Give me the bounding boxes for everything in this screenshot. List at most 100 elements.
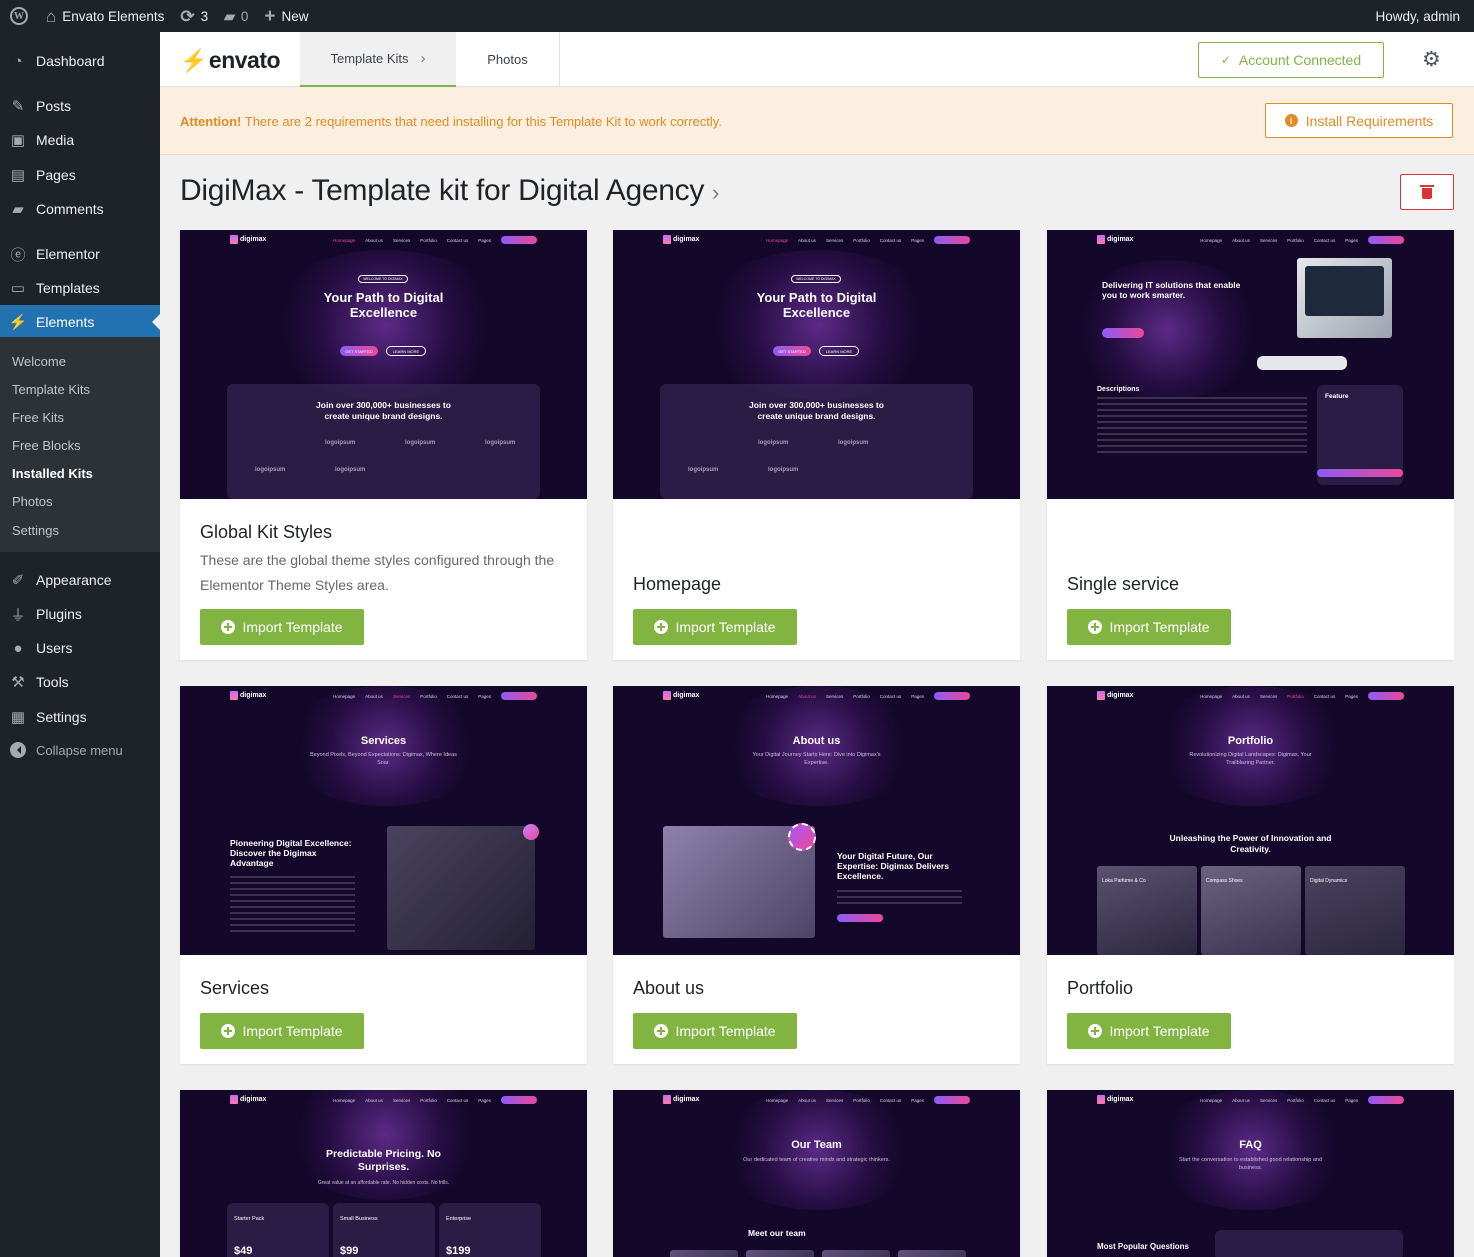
plus-circle-icon (654, 1024, 669, 1038)
preview-portfolio-name: Compass Shoes (1206, 878, 1243, 884)
nav-link: Services (392, 1097, 411, 1103)
comment-icon: ▰ (12, 201, 24, 218)
template-preview[interactable]: digimax Homepage About us Services Portfoli… (1047, 686, 1454, 955)
preview-heading: Delivering IT solutions that enable you … (1102, 280, 1241, 300)
preview-block-heading: Most Popular Questions (1097, 1242, 1190, 1251)
preview-block-heading: Meet our team (748, 1228, 806, 1238)
template-card: digimax Homepage About us Services Portfoli… (180, 230, 587, 660)
menu-elementor[interactable]: ⓔ Elementor (0, 237, 160, 271)
preview-brand: digimax (230, 235, 266, 244)
menu-plugins[interactable]: ⏚ Plugins (0, 597, 160, 631)
delete-kit-button[interactable] (1400, 174, 1454, 210)
account-connected-button[interactable]: ✓ Account Connected (1198, 42, 1384, 78)
preview-badge: WELCOME TO DIGIMAX (791, 275, 841, 283)
menu-users[interactable]: ● Users (0, 631, 160, 665)
nav-link: Portfolio (420, 1097, 437, 1103)
menu-label: Media (36, 132, 75, 148)
chevron-right-icon: › (420, 50, 426, 67)
collapse-menu-button[interactable]: Collapse menu (0, 735, 160, 765)
notice-message: There are 2 requirements that need insta… (244, 114, 722, 129)
nav-link: Contact us (446, 1097, 469, 1103)
install-requirements-button[interactable]: i Install Requirements (1265, 103, 1453, 138)
nav-link: Services (825, 1097, 844, 1103)
submenu-template-kits[interactable]: Template Kits (12, 382, 90, 397)
nav-link: Portfolio (1287, 1097, 1304, 1103)
nav-link: Contact us (446, 693, 469, 699)
import-template-button[interactable]: Import Template (200, 1013, 364, 1049)
new-content-link[interactable]: + New (256, 0, 316, 32)
menu-pages[interactable]: ▤ Pages (0, 158, 160, 192)
gear-icon[interactable]: ⚙ (1422, 49, 1441, 70)
nav-link: About us (798, 693, 816, 699)
template-preview[interactable]: digimax Homepage About us Services Portfoli… (613, 230, 1020, 499)
template-preview[interactable]: digimax Homepage About us Services Portfoli… (1047, 230, 1454, 499)
brand-text: digimax (673, 236, 700, 243)
menu-media[interactable]: ▣ Media (0, 123, 160, 157)
import-template-button[interactable]: Import Template (1067, 609, 1231, 645)
requirements-notice: Attention! There are 2 requirements that… (160, 88, 1474, 155)
menu-comments[interactable]: ▰ Comments (0, 192, 160, 226)
template-preview[interactable]: digimax Homepage About us Services Portfoli… (180, 1090, 587, 1257)
menu-dashboard[interactable]: ◔ Dashboard (0, 44, 160, 78)
preview-plan-price: $199 (446, 1245, 471, 1257)
account-menu[interactable]: Howdy, admin (1367, 0, 1474, 32)
install-label: Install Requirements (1305, 112, 1434, 129)
wordpress-logo-button[interactable]: W (0, 0, 38, 32)
template-preview[interactable]: digimax Homepage About us Services Portfoli… (613, 686, 1020, 955)
site-name-link[interactable]: ⌂ Envato Elements (38, 0, 172, 32)
submenu-settings[interactable]: Settings (12, 523, 59, 538)
menu-tools[interactable]: ⚒ Tools (0, 665, 160, 699)
nav-link: Homepage (333, 693, 356, 699)
collapse-arrow-icon (10, 742, 26, 758)
submenu-free-blocks[interactable]: Free Blocks (12, 438, 81, 453)
preview-heading: About us (792, 735, 841, 747)
template-preview[interactable]: digimax Homepage About us Services Portfoli… (180, 686, 587, 955)
import-template-button[interactable]: Import Template (1067, 1013, 1231, 1049)
template-preview[interactable]: digimax Homepage About us Services Portfoli… (1047, 1090, 1454, 1257)
tab-template-kits[interactable]: Template Kits › (300, 32, 456, 87)
cta-pill (501, 1096, 537, 1104)
submenu-welcome[interactable]: Welcome (12, 354, 66, 369)
comments-link[interactable]: ▰ 0 (216, 0, 256, 32)
submenu-photos[interactable]: Photos (12, 494, 52, 509)
menu-appearance[interactable]: ✐ Appearance (0, 563, 160, 597)
updates-link[interactable]: ⟳ 3 (172, 0, 216, 32)
menu-posts[interactable]: ✎ Posts (0, 89, 160, 123)
plug-icon: ⏚ (10, 606, 26, 624)
import-template-button[interactable]: Import Template (633, 609, 797, 645)
preview-brand: digimax (1097, 235, 1133, 244)
preview-nav: Homepage About us Services Portfolio Contact… (1200, 692, 1404, 700)
preview-btn: GET STARTED (340, 346, 378, 356)
media-icon: ▣ (10, 132, 26, 149)
elements-submenu: Welcome Template Kits Free Kits Free Blo… (0, 337, 160, 552)
rotating-badge-icon (788, 823, 816, 851)
preview-btn (1317, 469, 1403, 477)
preview-plan-name: Starter Pack (234, 1216, 265, 1222)
tab-label: Template Kits (330, 51, 409, 66)
preview-paragraph (1097, 397, 1307, 457)
template-preview[interactable]: digimax Homepage About us Services Portfoli… (180, 230, 587, 499)
submenu-free-kits[interactable]: Free Kits (12, 410, 64, 425)
brand-mark-icon (663, 1095, 671, 1104)
import-template-button[interactable]: Import Template (633, 1013, 797, 1049)
preview-btn: GET STARTED (773, 346, 811, 356)
template-preview[interactable]: digimax Homepage About us Services Portfoli… (613, 1090, 1020, 1257)
submenu-installed-kits[interactable]: Installed Kits (12, 466, 93, 481)
button-label: Import Template (675, 619, 776, 635)
preview-brand: digimax (1097, 1095, 1133, 1104)
menu-label: Plugins (36, 606, 82, 622)
brand-text: digimax (1107, 692, 1134, 699)
preview-btn (837, 914, 883, 922)
menu-templates[interactable]: ▭ Templates (0, 271, 160, 305)
menu-settings[interactable]: ▦ Settings (0, 700, 160, 734)
check-icon: ✓ (1220, 53, 1231, 67)
tab-photos[interactable]: Photos (456, 32, 560, 87)
menu-elements[interactable]: ⚡ Elements (0, 305, 160, 339)
nav-link: Homepage (333, 1097, 356, 1103)
import-template-button[interactable]: Import Template (200, 609, 364, 645)
glow-decoration (260, 250, 510, 400)
envato-logo[interactable]: ⚡ envato (180, 47, 281, 74)
home-icon: ⌂ (46, 6, 57, 26)
kit-title[interactable]: DigiMax - Template kit for Digital Agenc… (180, 174, 719, 208)
greeting: Howdy, admin (1375, 8, 1460, 24)
